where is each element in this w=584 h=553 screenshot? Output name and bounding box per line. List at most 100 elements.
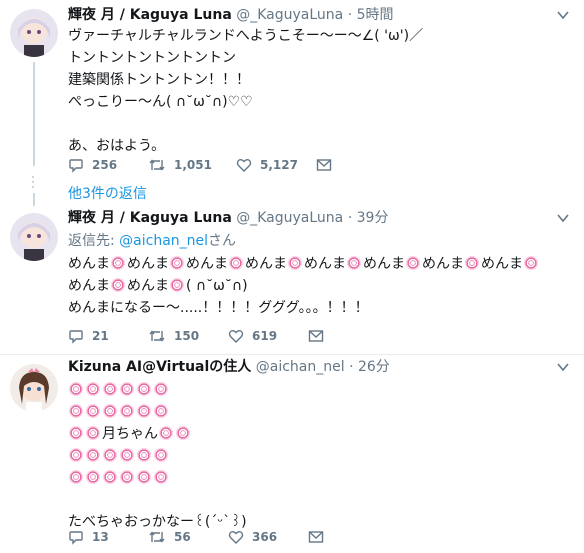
menma-swirl-icon (69, 470, 83, 484)
swirl-row (68, 467, 570, 489)
menma-swirl-icon (170, 256, 184, 270)
menma-swirl-icon (154, 404, 168, 418)
display-name[interactable]: 輝夜 月 / Kaguya Luna (68, 7, 232, 23)
menma-swirl-icon (103, 404, 117, 418)
menma-swirl-icon (69, 448, 83, 462)
menma-swirl-icon (111, 278, 125, 292)
dm-button[interactable] (316, 158, 396, 172)
reply-count: 13 (92, 530, 109, 544)
more-replies-link[interactable]: 他3件の返信 (68, 183, 147, 203)
menma-swirl-icon (103, 470, 117, 484)
timestamp[interactable]: 5時間 (357, 7, 394, 23)
menma-swirl-icon (86, 382, 100, 396)
retweet-count: 56 (174, 530, 191, 544)
reply-button[interactable]: 256 (68, 157, 148, 173)
menma-swirl-icon (347, 256, 361, 270)
retweet-count: 150 (174, 329, 200, 343)
menma-line-1: めんま めんま めんま めんま めんま めんま めんま めんま (68, 253, 570, 275)
thread-line (33, 62, 35, 166)
menma-swirl-icon (170, 278, 184, 292)
like-icon (228, 531, 244, 544)
avatar-kizuna-ai[interactable] (10, 364, 58, 412)
avatar-kaguya-luna[interactable] (10, 213, 58, 261)
user-handle[interactable]: @aichan_nel (256, 359, 345, 375)
menma-swirl-icon (69, 382, 83, 396)
dot-separator: · (349, 359, 354, 375)
menma-swirl-icon (69, 426, 83, 440)
thread-dots (32, 176, 34, 191)
menma-swirl-icon (86, 448, 100, 462)
like-count: 5,127 (260, 158, 298, 172)
reply-context: 返信先: @aichan_nelさん (68, 231, 570, 251)
reply-icon (69, 531, 83, 545)
menma-swirl-icon (137, 382, 151, 396)
reply-mention-link[interactable]: @aichan_nel (119, 233, 208, 249)
tweet-line (68, 113, 570, 135)
retweet-icon (149, 159, 165, 171)
dm-icon (308, 330, 324, 342)
like-count: 619 (252, 329, 278, 343)
retweet-button[interactable]: 1,051 (148, 157, 236, 173)
reply-icon (69, 330, 83, 344)
tweet-line: 建築関係トントントン！！！ (68, 72, 250, 88)
like-icon (236, 159, 252, 172)
timestamp[interactable]: 39分 (357, 210, 389, 226)
menma-swirl-icon (229, 256, 243, 270)
tweet-line: トントントントントントン (68, 50, 236, 66)
tweet-divider (0, 354, 584, 355)
menma-swirl-icon (86, 426, 100, 440)
menma-swirl-icon (137, 470, 151, 484)
like-button[interactable]: 366 (228, 529, 308, 545)
menma-swirl-icon (120, 382, 134, 396)
tweet-text: めんま めんま めんま めんま めんま めんま めんま めんま めんま めんま( ∩˘ω˘∩) … (68, 253, 570, 319)
swirl-row (68, 401, 570, 423)
retweet-icon (149, 531, 165, 543)
menma-swirl-icon (111, 256, 125, 270)
menma-swirl-icon (524, 256, 538, 270)
like-count: 366 (252, 530, 278, 544)
user-handle[interactable]: @_KaguyaLuna (236, 210, 343, 226)
reply-prefix: 返信先: (68, 233, 120, 249)
retweet-count: 1,051 (174, 158, 212, 172)
caret-down-icon[interactable] (556, 8, 570, 22)
tweet-line: めんまになるー〜.....！！！！グググ。。。！！！ (68, 300, 369, 316)
menma-swirl-icon (159, 426, 173, 440)
menma-swirl-icon (103, 448, 117, 462)
tweet-actions: 21 150 619 (68, 328, 388, 344)
reply-button[interactable]: 21 (68, 328, 148, 344)
caret-down-icon[interactable] (556, 211, 570, 225)
reply-button[interactable]: 13 (68, 529, 148, 545)
reply-suffix: さん (208, 233, 237, 249)
swirl-row (68, 445, 570, 467)
dm-button[interactable] (308, 329, 388, 343)
display-name[interactable]: 輝夜 月 / Kaguya Luna (68, 210, 232, 226)
menma-swirl-icon (406, 256, 420, 270)
menma-swirl-icon (86, 404, 100, 418)
swirl-row (68, 379, 570, 401)
moon-text: 月ちゃん (102, 426, 158, 442)
timestamp[interactable]: 26分 (358, 359, 390, 375)
menma-line-2: めんま めんま( ∩˘ω˘∩) (68, 278, 248, 294)
reply-count: 256 (92, 158, 118, 172)
retweet-button[interactable]: 56 (148, 529, 228, 545)
caret-down-icon[interactable] (556, 360, 570, 374)
user-handle[interactable]: @_KaguyaLuna (236, 7, 343, 23)
display-name[interactable]: Kizuna AI@Virtualの住人 (68, 359, 251, 375)
retweet-button[interactable]: 150 (148, 328, 228, 344)
menma-swirl-icon (154, 470, 168, 484)
menma-swirl-icon (120, 404, 134, 418)
like-button[interactable]: 619 (228, 328, 308, 344)
tweet-actions: 13 56 366 (68, 529, 388, 545)
dm-button[interactable] (308, 530, 388, 544)
avatar-kaguya-luna[interactable] (10, 9, 58, 57)
tweet-header: Kizuna AI@Virtualの住人 @aichan_nel · 26分 (68, 358, 570, 377)
like-icon (228, 330, 244, 343)
tweet-actions: 256 1,051 5,127 (68, 157, 396, 173)
tweet-line: あ、おはよう。 (68, 138, 166, 154)
like-button[interactable]: 5,127 (236, 157, 316, 173)
tweet-line: ぺっこりー〜ん( ∩˘ω˘∩)♡♡ (68, 94, 253, 110)
tweet-header: 輝夜 月 / Kaguya Luna @_KaguyaLuna · 39分 (68, 209, 570, 228)
dot-separator: · (347, 210, 353, 226)
menma-swirl-icon (137, 448, 151, 462)
